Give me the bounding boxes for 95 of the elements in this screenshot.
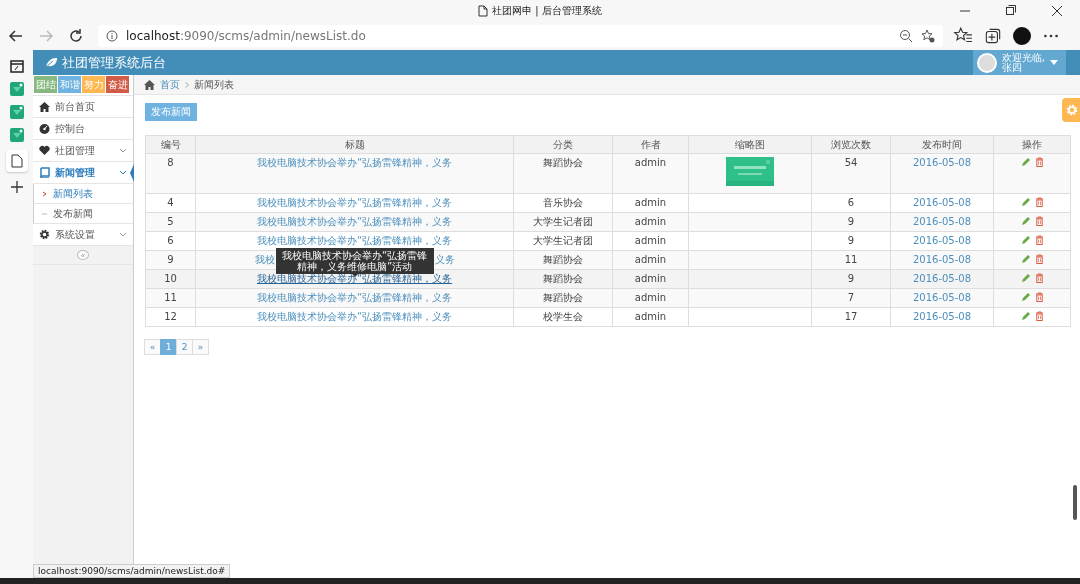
- menu-label: 前台首页: [55, 99, 96, 114]
- table-cell: 17: [811, 307, 891, 327]
- settings-icon: [1066, 104, 1078, 116]
- user-menu[interactable]: 欢迎光临, 张四: [972, 50, 1066, 75]
- submenu-label: 新闻列表: [53, 186, 93, 201]
- column-header[interactable]: 标题: [195, 135, 514, 154]
- book-icon: [39, 167, 50, 178]
- trash-icon[interactable]: [1034, 273, 1044, 283]
- chevron-right-icon: [42, 190, 47, 197]
- column-header[interactable]: 分类: [513, 135, 613, 154]
- table-cell: 6: [811, 193, 891, 213]
- table-cell: 8: [145, 153, 196, 194]
- heart-icon: [39, 145, 50, 156]
- table-cell: 校学生会: [513, 307, 613, 327]
- breadcrumb-link[interactable]: 首页: [160, 77, 180, 92]
- table-cell: 大学生记者团: [513, 231, 613, 251]
- menu-label: 新闻管理: [55, 165, 96, 180]
- collapse-button[interactable]: «: [77, 250, 89, 260]
- table-cell: 舞蹈协会: [513, 153, 613, 194]
- address-bar[interactable]: localhost:9090/scms/admin/newsList.do: [98, 25, 943, 47]
- menu-label: 控制台: [55, 121, 86, 136]
- column-header[interactable]: 作者: [612, 135, 689, 154]
- submenu-item[interactable]: 发布新闻: [33, 204, 133, 224]
- breadcrumb-separator-icon: [185, 81, 189, 88]
- status-url: localhost:9090/scms/admin/newsList.do#: [33, 564, 231, 578]
- user-name: 张四: [1001, 62, 1022, 73]
- table-cell: 6: [145, 231, 196, 251]
- scrollbar[interactable]: [1073, 485, 1077, 520]
- trash-icon[interactable]: [1034, 292, 1044, 302]
- page-button[interactable]: »: [192, 339, 209, 355]
- tab-favicon-icon[interactable]: [8, 127, 25, 143]
- tab-title: 社团网申 | 后台管理系统: [492, 4, 602, 18]
- menu-item[interactable]: 控制台: [33, 118, 133, 140]
- trash-icon[interactable]: [1034, 197, 1044, 207]
- column-header[interactable]: 缩略图: [688, 135, 812, 154]
- tooltip: 我校电脑技术协会举办“弘扬雷锋精神，义务维修电脑”活动: [275, 248, 434, 274]
- menu-item[interactable]: 前台首页: [33, 96, 133, 118]
- profile-avatar[interactable]: [1013, 27, 1031, 45]
- info-icon[interactable]: [106, 30, 118, 42]
- active-tab[interactable]: [5, 150, 28, 172]
- menu-item[interactable]: 新闻管理: [33, 162, 133, 184]
- trash-icon[interactable]: [1034, 157, 1044, 167]
- caret-icon: [1050, 60, 1058, 65]
- home-icon: [39, 101, 50, 112]
- table-cell: 9: [811, 231, 891, 251]
- menu-label: 社团管理: [55, 143, 96, 158]
- title-link[interactable]: 我校电脑技术协会举办“弘扬雷锋精神，义务: [256, 157, 453, 168]
- selection-pointer-icon: [130, 164, 134, 182]
- gear-icon: [39, 229, 50, 240]
- pencil-icon[interactable]: [1020, 157, 1030, 167]
- trash-icon[interactable]: [1034, 254, 1044, 264]
- submenu-item[interactable]: 新闻列表: [33, 184, 133, 204]
- table-cell: 音乐协会: [513, 193, 613, 213]
- column-header[interactable]: 发布时间: [890, 135, 994, 154]
- calendar-icon[interactable]: [8, 58, 25, 74]
- leaf-icon: [45, 57, 58, 68]
- avatar: [976, 52, 997, 73]
- dashboard-icon: [39, 123, 50, 134]
- welcome-text: 欢迎光临,: [1001, 52, 1045, 63]
- breadcrumb-current: 新闻列表: [194, 77, 234, 92]
- menu-label: 系统设置: [55, 227, 96, 242]
- submenu-label: 发布新闻: [53, 206, 93, 221]
- trash-icon[interactable]: [1034, 311, 1044, 321]
- title-link[interactable]: 我校: [254, 254, 275, 265]
- tab-favicon-icon[interactable]: [8, 81, 25, 97]
- column-header[interactable]: 操作: [993, 135, 1071, 154]
- table-cell: 12: [145, 307, 196, 327]
- date-link[interactable]: 2016-05-08: [912, 157, 972, 168]
- app-title: 社团管理系统后台: [62, 53, 166, 72]
- table-cell: admin: [612, 307, 689, 327]
- tab-favicon-icon[interactable]: [8, 104, 25, 120]
- publish-button[interactable]: 发布新闻: [145, 103, 197, 121]
- new-tab-icon[interactable]: [8, 179, 25, 195]
- table-cell: 4: [145, 193, 196, 213]
- title-link[interactable]: 义务: [434, 254, 455, 265]
- trash-icon[interactable]: [1034, 216, 1044, 226]
- dash-icon: [42, 210, 47, 217]
- collections-icon[interactable]: [983, 26, 1003, 46]
- document-icon: [10, 154, 23, 168]
- table-cell: 54: [811, 153, 891, 194]
- star-add-icon[interactable]: [921, 29, 935, 43]
- zoom-out-icon[interactable]: [899, 29, 913, 43]
- shortcut-badge[interactable]: 奋进: [106, 76, 129, 93]
- column-header[interactable]: 浏览次数: [811, 135, 891, 154]
- trash-icon[interactable]: [1034, 235, 1044, 245]
- shortcut-badge[interactable]: 团结: [34, 76, 57, 93]
- document-icon: [478, 5, 489, 17]
- table-cell: admin: [612, 231, 689, 251]
- table-cell: admin: [612, 193, 689, 213]
- table-cell: admin: [612, 153, 689, 194]
- menu-item[interactable]: 社团管理: [33, 140, 133, 162]
- menu-item[interactable]: 系统设置: [33, 224, 133, 246]
- column-header[interactable]: 编号: [145, 135, 196, 154]
- home-icon[interactable]: [144, 79, 155, 90]
- shortcut-badge[interactable]: 和谐: [58, 76, 81, 93]
